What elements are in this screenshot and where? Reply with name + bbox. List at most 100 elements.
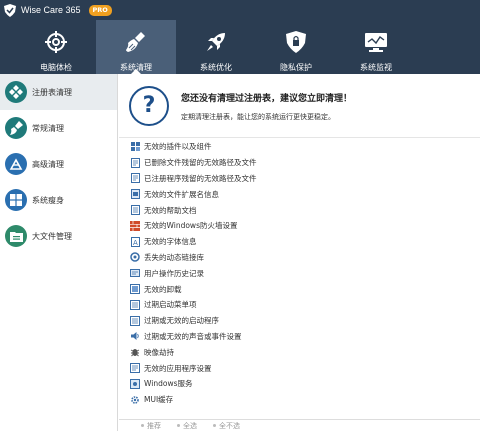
app-logo-icon xyxy=(3,3,17,17)
sidebar-item-label: 常规清理 xyxy=(32,123,64,133)
broom-icon xyxy=(124,30,148,54)
sidebar-item-regular-clean[interactable]: 常规清理 xyxy=(0,110,117,146)
plugin-icon xyxy=(130,142,140,152)
status-header: ? 您还没有清理过注册表，建议您立即清理！ 定期清理注册表，能让您的系统运行更快… xyxy=(119,74,480,138)
list-item-label: 无效的字体信息 xyxy=(144,237,197,247)
status-title: 您还没有清理过注册表，建议您立即清理！ xyxy=(181,94,353,104)
list-item-label: 已注册程序残留的无效路径及文件 xyxy=(144,173,257,183)
rocket-icon xyxy=(204,30,228,54)
list-item-label: 过期或无效的启动程序 xyxy=(144,316,219,326)
list-item[interactable]: 映像劫持 xyxy=(130,344,480,360)
list-item[interactable]: 无效的帮助文档 xyxy=(130,202,480,218)
question-mark-icon: ? xyxy=(129,85,169,126)
footer-bar: 推荐 全选 全不选 xyxy=(119,419,480,431)
recommend-button[interactable]: 推荐 xyxy=(141,421,161,431)
bullet-icon xyxy=(177,424,180,427)
tab-privacy[interactable]: 隐私保护 xyxy=(256,20,336,74)
dll-icon xyxy=(130,252,140,263)
windows-icon xyxy=(5,189,27,211)
startup-icon xyxy=(130,315,140,326)
app-settings-icon xyxy=(130,363,140,374)
document-icon xyxy=(130,173,140,184)
sidebar-item-label: 系统瘦身 xyxy=(32,195,64,205)
list-item[interactable]: 无效的插件以及组件 xyxy=(130,139,480,155)
app-title: Wise Care 365 xyxy=(21,5,81,15)
list-item-label: 无效的应用程序设置 xyxy=(144,363,212,373)
list-item[interactable]: MUI缓存 xyxy=(130,392,480,408)
title-bar: Wise Care 365 PRO xyxy=(0,0,480,20)
list-item[interactable]: Windows服务 xyxy=(130,376,480,392)
file-extension-icon xyxy=(130,189,140,200)
recommend-label: 推荐 xyxy=(147,421,161,430)
gear-icon xyxy=(130,395,140,405)
select-all-button[interactable]: 全选 xyxy=(177,421,197,431)
tab-label: 电脑体检 xyxy=(40,63,72,72)
sidebar-item-system-slim[interactable]: 系统瘦身 xyxy=(0,182,117,218)
main-nav: 电脑体检 系统清理 系统优化 隐私保护 系统监视 xyxy=(0,20,480,74)
shield-lock-icon xyxy=(284,30,308,54)
sidebar-item-registry-clean[interactable]: 注册表清理 xyxy=(0,74,117,110)
registry-item-list: 无效的插件以及组件 已删除文件残留的无效路径及文件 已注册程序残留的无效路径及文… xyxy=(119,138,480,408)
sidebar-item-label: 高级清理 xyxy=(32,159,64,169)
list-item-label: MUI缓存 xyxy=(144,395,174,405)
firewall-icon xyxy=(130,220,140,231)
list-item[interactable]: 无效的Windows防火墙设置 xyxy=(130,218,480,234)
monitor-icon xyxy=(364,30,388,54)
tab-system-clean[interactable]: 系统清理 xyxy=(96,20,176,74)
font-icon: A xyxy=(130,236,140,247)
list-item-label: 无效的帮助文档 xyxy=(144,205,197,215)
select-none-button[interactable]: 全不选 xyxy=(213,421,240,431)
history-icon xyxy=(130,268,140,278)
svg-text:A: A xyxy=(133,239,138,247)
tab-label: 隐私保护 xyxy=(280,63,312,72)
list-item[interactable]: 过期或无效的声音或事件设置 xyxy=(130,329,480,345)
list-item[interactable]: 无效的卸载 xyxy=(130,281,480,297)
select-none-label: 全不选 xyxy=(219,421,240,430)
list-item-label: 丢失的动态链接库 xyxy=(144,252,204,262)
sidebar-item-advanced-clean[interactable]: 高级清理 xyxy=(0,146,117,182)
tab-label: 系统优化 xyxy=(200,63,232,72)
list-item[interactable]: 已注册程序残留的无效路径及文件 xyxy=(130,171,480,187)
sound-icon xyxy=(130,331,140,341)
main-content: ? 您还没有清理过注册表，建议您立即清理！ 定期清理注册表，能让您的系统运行更快… xyxy=(119,74,480,431)
list-item-label: 无效的Windows防火墙设置 xyxy=(144,221,238,231)
list-item[interactable]: A 无效的字体信息 xyxy=(130,234,480,250)
broom-icon xyxy=(5,117,27,139)
list-item[interactable]: 过期或无效的启动程序 xyxy=(130,313,480,329)
document-icon xyxy=(130,157,140,168)
bullet-icon xyxy=(213,424,216,427)
list-item-label: 用户操作历史记录 xyxy=(144,268,204,278)
folder-icon xyxy=(5,225,27,247)
select-all-label: 全选 xyxy=(183,421,197,430)
sidebar-item-large-files[interactable]: 大文件管理 xyxy=(0,218,117,254)
list-item[interactable]: 丢失的动态链接库 xyxy=(130,250,480,266)
sidebar: 注册表清理 常规清理 高级清理 系统瘦身 大文件管理 xyxy=(0,74,118,431)
list-item-label: 过期启动菜单项 xyxy=(144,300,197,310)
crosshair-icon xyxy=(44,30,68,54)
service-icon xyxy=(130,378,140,389)
tab-system-monitor[interactable]: 系统监视 xyxy=(336,20,416,74)
tab-label: 系统清理 xyxy=(120,63,152,72)
list-item-label: 已删除文件残留的无效路径及文件 xyxy=(144,158,257,168)
list-item[interactable]: 用户操作历史记录 xyxy=(130,265,480,281)
sidebar-item-label: 大文件管理 xyxy=(32,231,72,241)
tab-system-optimize[interactable]: 系统优化 xyxy=(176,20,256,74)
list-item[interactable]: 无效的文件扩展名信息 xyxy=(130,186,480,202)
magnifier-icon xyxy=(5,153,27,175)
list-item[interactable]: 无效的应用程序设置 xyxy=(130,360,480,376)
list-item[interactable]: 过期启动菜单项 xyxy=(130,297,480,313)
status-subtitle: 定期清理注册表，能让您的系统运行更快更稳定。 xyxy=(181,113,335,121)
list-item-label: 映像劫持 xyxy=(144,347,174,357)
tab-label: 系统监视 xyxy=(360,63,392,72)
list-item-label: 过期或无效的声音或事件设置 xyxy=(144,331,242,341)
registry-icon xyxy=(5,81,27,103)
bug-icon xyxy=(130,347,140,357)
list-item-label: 无效的文件扩展名信息 xyxy=(144,189,219,199)
list-item-label: 无效的卸载 xyxy=(144,284,182,294)
sidebar-item-label: 注册表清理 xyxy=(32,87,72,97)
tab-pc-checkup[interactable]: 电脑体检 xyxy=(16,20,96,74)
pro-badge: PRO xyxy=(88,4,112,16)
start-menu-icon xyxy=(130,299,140,310)
list-item[interactable]: 已删除文件残留的无效路径及文件 xyxy=(130,155,480,171)
help-doc-icon xyxy=(130,205,140,216)
